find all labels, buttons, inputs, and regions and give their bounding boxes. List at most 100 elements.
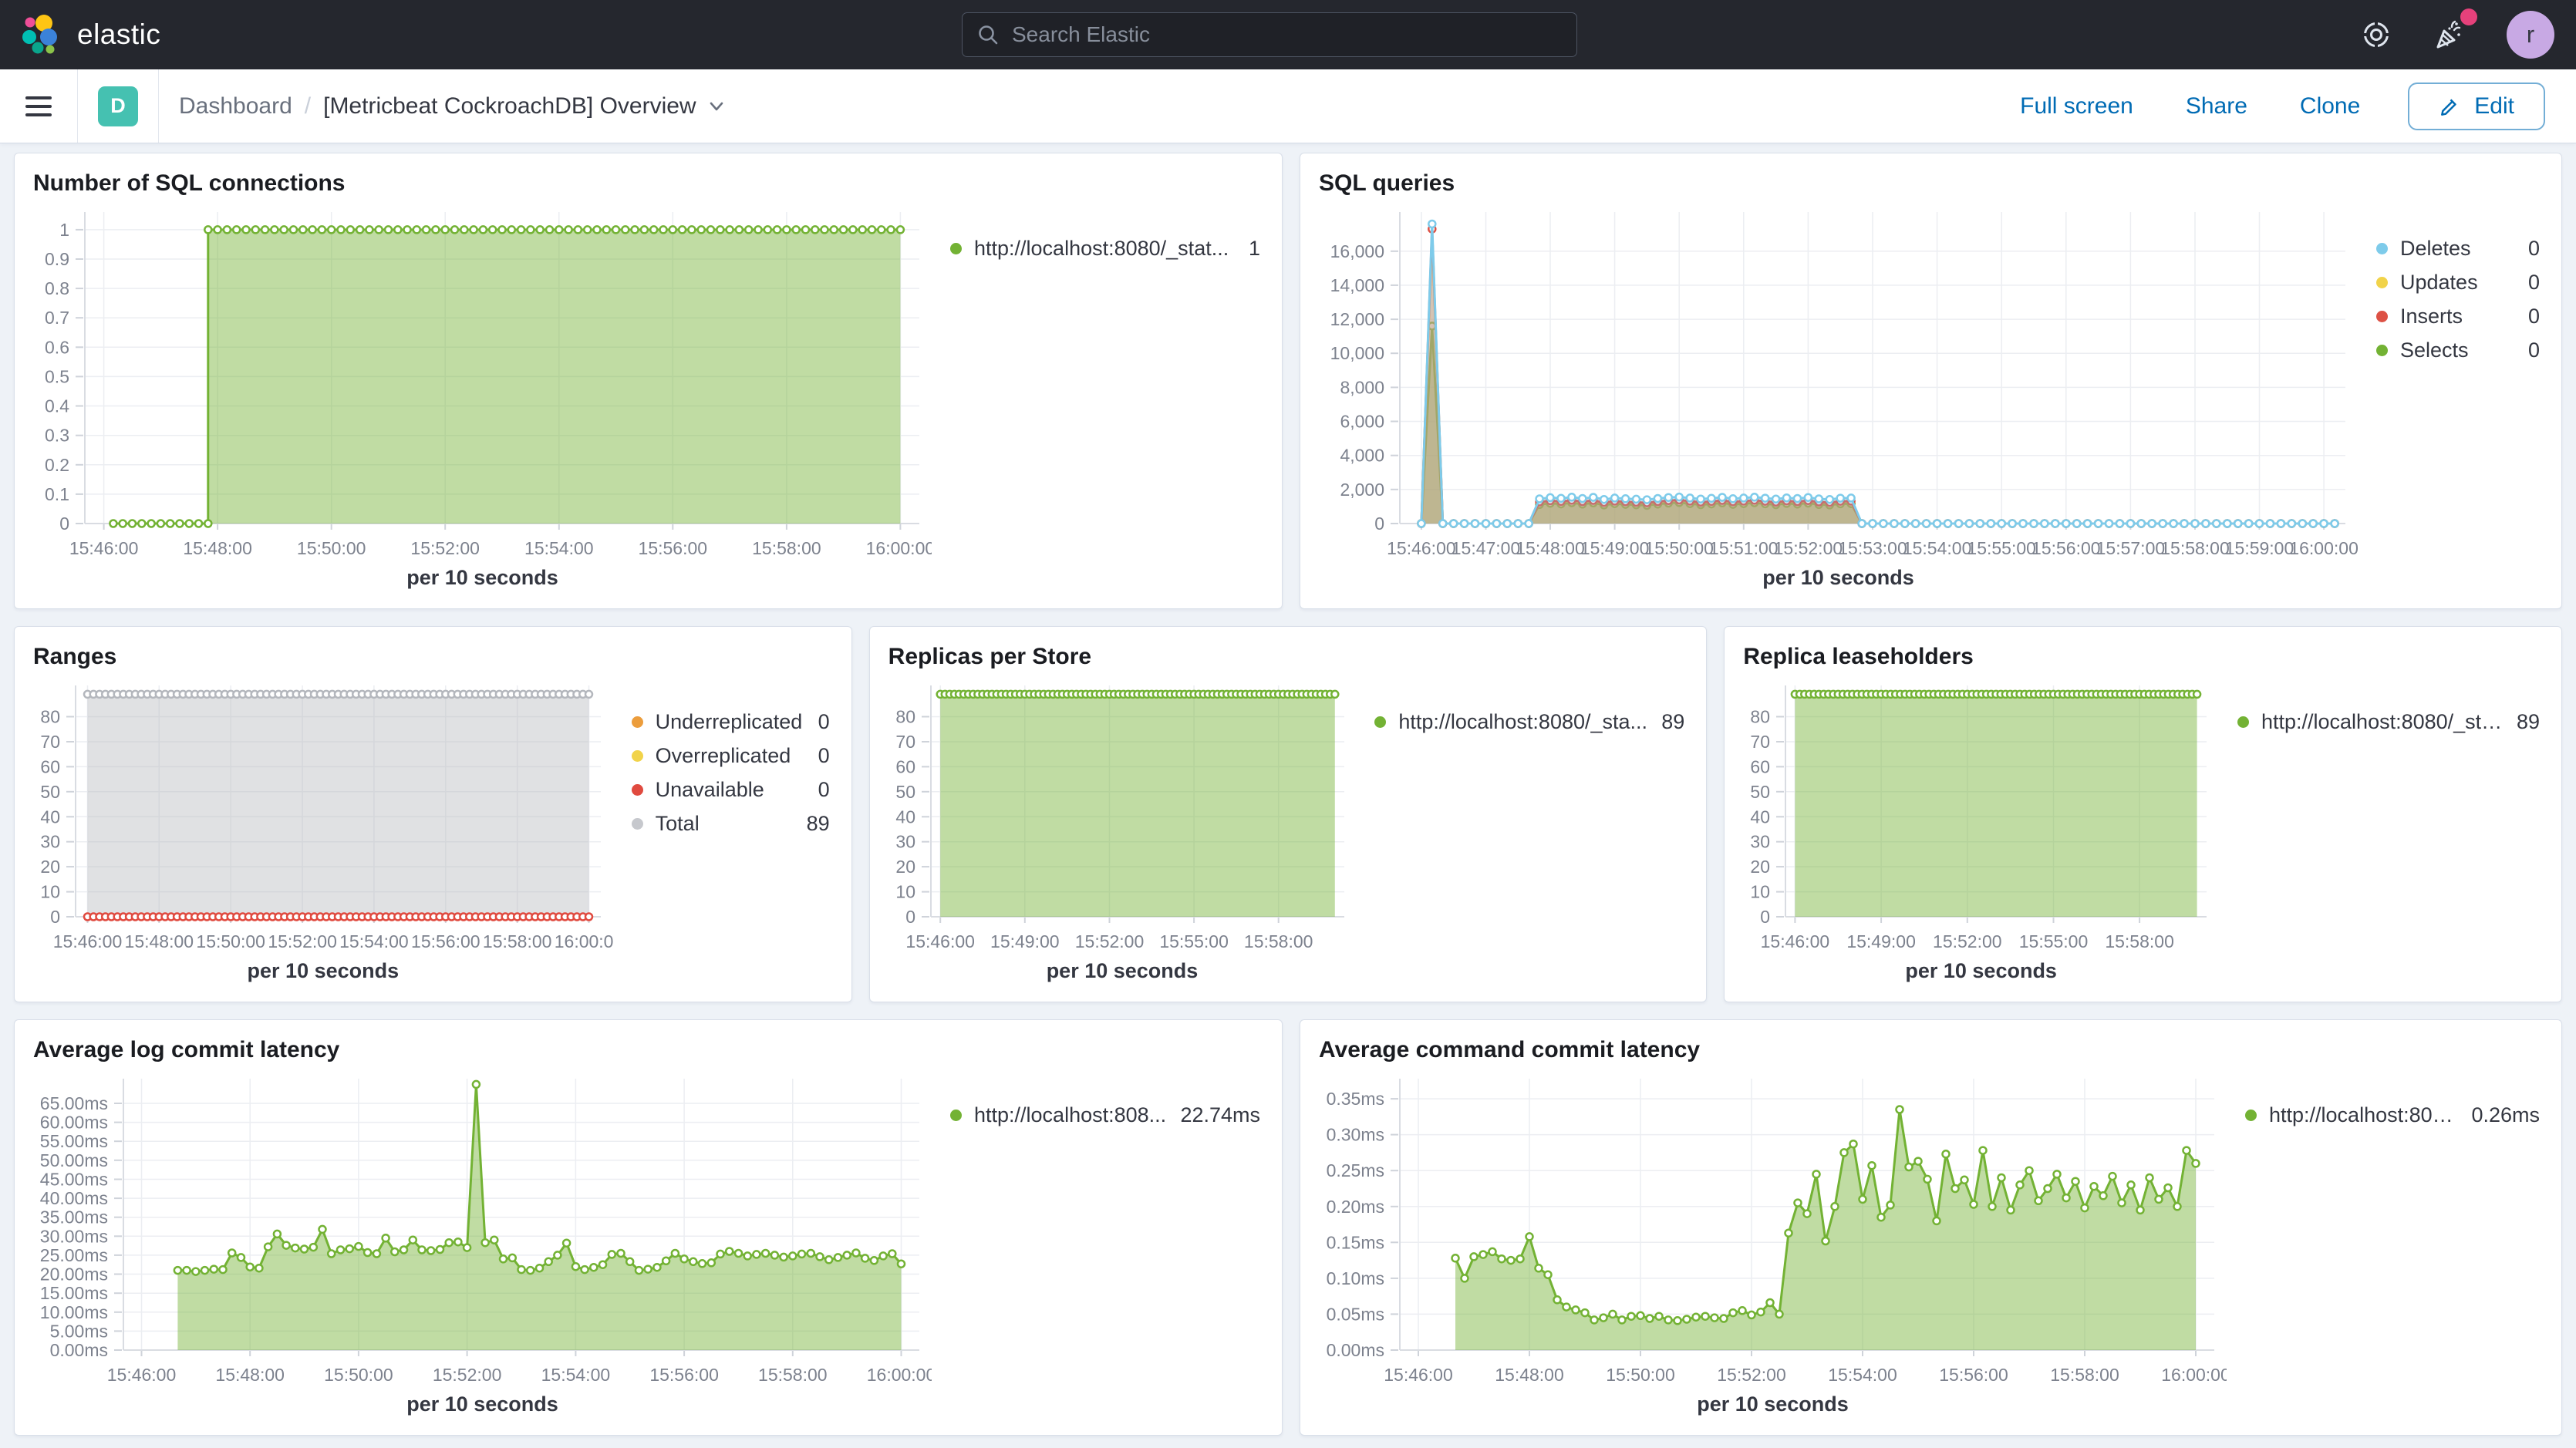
legend-item[interactable]: http://localhost:8080/_sta...89 xyxy=(2237,709,2540,735)
legend-swatch xyxy=(632,784,643,796)
svg-text:15:54:00: 15:54:00 xyxy=(339,931,409,951)
newsfeed-button[interactable] xyxy=(2433,18,2466,52)
legend-label: Overreplicated xyxy=(656,744,808,768)
user-avatar[interactable]: r xyxy=(2507,11,2554,59)
legend-label: Total xyxy=(656,812,796,836)
svg-text:0: 0 xyxy=(59,514,69,534)
dashboard-toolbar: D Dashboard / [Metricbeat CockroachDB] O… xyxy=(0,69,2576,143)
svg-text:70: 70 xyxy=(895,732,915,752)
legend-item[interactable]: http://localhost:8080/_stat...1 xyxy=(950,235,1260,261)
legend-item[interactable]: Underreplicated0 xyxy=(632,709,830,735)
chart-ranges[interactable]: 15:46:0015:48:0015:50:0015:52:0015:54:00… xyxy=(33,673,613,955)
legend-swatch xyxy=(632,750,643,762)
svg-text:15.00ms: 15.00ms xyxy=(40,1283,108,1303)
legend-item[interactable]: Overreplicated0 xyxy=(632,743,830,769)
x-axis-title: per 10 seconds xyxy=(888,955,1357,986)
legend-item[interactable]: Deletes0 xyxy=(2376,235,2540,261)
legend-swatch xyxy=(950,1110,962,1121)
chevron-down-icon xyxy=(707,97,726,116)
legend-swatch xyxy=(1374,716,1386,728)
legend-item[interactable]: http://localhost:8080/_sta...89 xyxy=(1374,709,1684,735)
svg-text:15:48:00: 15:48:00 xyxy=(125,931,194,951)
panel-replica-leaseholders: Replica leaseholders 15:46:0015:49:0015:… xyxy=(1724,626,2562,1002)
svg-text:15:46:00: 15:46:00 xyxy=(1384,1365,1453,1385)
svg-text:15:58:00: 15:58:00 xyxy=(752,538,821,558)
legend-swatch xyxy=(632,818,643,830)
legend-value: 89 xyxy=(2517,710,2540,734)
legend-item[interactable]: http://localhost:808...22.74ms xyxy=(950,1102,1260,1128)
chart-avg-log-commit-latency[interactable]: 15:46:0015:48:0015:50:0015:52:0015:54:00… xyxy=(33,1066,932,1389)
avatar-initial: r xyxy=(2527,21,2534,49)
legend-item[interactable]: Unavailable 0 xyxy=(632,776,830,803)
panel-replicas-per-store: Replicas per Store 15:46:0015:49:0015:52… xyxy=(869,626,1708,1002)
svg-text:0.2: 0.2 xyxy=(45,455,69,475)
legend-item[interactable]: Inserts0 xyxy=(2376,303,2540,329)
svg-text:16:00:00: 16:00:00 xyxy=(866,538,932,558)
svg-text:16:00:00: 16:00:00 xyxy=(555,931,613,951)
svg-text:15:48:00: 15:48:00 xyxy=(1516,538,1585,558)
full-screen-link[interactable]: Full screen xyxy=(2015,93,2138,120)
svg-text:15:58:00: 15:58:00 xyxy=(483,931,552,951)
panel-title: SQL queries xyxy=(1319,169,2543,198)
chart-sql-queries[interactable]: 15:46:0015:47:0015:48:0015:49:0015:50:00… xyxy=(1319,200,2358,562)
legend-item[interactable]: Selects 0 xyxy=(2376,337,2540,363)
panel-title: Average command commit latency xyxy=(1319,1035,2543,1065)
chart-legend: http://localhost:8080/_sta...89 xyxy=(2219,673,2543,986)
svg-text:16:00:00: 16:00:00 xyxy=(867,1365,932,1385)
chart-avg-command-commit-latency[interactable]: 15:46:0015:48:0015:50:0015:52:0015:54:00… xyxy=(1319,1066,2227,1389)
legend-label: Selects xyxy=(2400,338,2517,362)
legend-value: 0 xyxy=(2528,271,2540,295)
legend-swatch xyxy=(2237,716,2249,728)
menu-button[interactable] xyxy=(0,69,77,143)
chart-legend: http://localhost:8080/_stat...1 xyxy=(932,200,1263,593)
dashboard-title-menu[interactable]: [Metricbeat CockroachDB] Overview xyxy=(323,93,726,120)
chart-replicas-per-store[interactable]: 15:46:0015:49:0015:52:0015:55:0015:58:00… xyxy=(888,673,1357,955)
svg-text:15:50:00: 15:50:00 xyxy=(324,1365,393,1385)
svg-text:15:48:00: 15:48:00 xyxy=(1495,1365,1564,1385)
x-axis-title: per 10 seconds xyxy=(1743,955,2219,986)
chart-sql-connections[interactable]: 15:46:0015:48:0015:50:0015:52:0015:54:00… xyxy=(33,200,932,562)
svg-text:0.05ms: 0.05ms xyxy=(1327,1304,1384,1324)
panel-title: Ranges xyxy=(33,642,833,672)
svg-text:5.00ms: 5.00ms xyxy=(50,1321,108,1341)
svg-text:15:58:00: 15:58:00 xyxy=(2160,538,2230,558)
svg-text:0.35ms: 0.35ms xyxy=(1327,1089,1384,1109)
help-button[interactable] xyxy=(2360,19,2392,51)
legend-swatch xyxy=(2376,243,2388,254)
elastic-logo[interactable]: elastic xyxy=(20,13,160,56)
svg-text:1: 1 xyxy=(59,220,69,240)
svg-text:0.30ms: 0.30ms xyxy=(1327,1125,1384,1145)
edit-label: Edit xyxy=(2474,93,2514,120)
legend-label: Unavailable xyxy=(656,778,808,802)
svg-text:20.00ms: 20.00ms xyxy=(40,1264,108,1285)
svg-text:0: 0 xyxy=(1374,514,1384,534)
svg-text:15:47:00: 15:47:00 xyxy=(1452,538,1521,558)
svg-text:15:46:00: 15:46:00 xyxy=(53,931,123,951)
legend-item[interactable]: Total89 xyxy=(632,810,830,837)
breadcrumb-dashboard[interactable]: Dashboard xyxy=(179,93,292,120)
legend-item[interactable]: Updates0 xyxy=(2376,269,2540,295)
svg-text:15:48:00: 15:48:00 xyxy=(215,1365,285,1385)
svg-text:50: 50 xyxy=(895,782,915,802)
panel-title: Average log commit latency xyxy=(33,1035,1263,1065)
search-input[interactable] xyxy=(1010,22,1563,48)
toolbar-actions: Full screen Share Clone Edit xyxy=(2015,83,2545,130)
svg-text:15:57:00: 15:57:00 xyxy=(2096,538,2166,558)
legend-value: 0 xyxy=(2528,338,2540,362)
clone-link[interactable]: Clone xyxy=(2295,93,2365,120)
legend-value: 89 xyxy=(1661,710,1684,734)
svg-text:0.6: 0.6 xyxy=(45,337,69,357)
legend-value: 0 xyxy=(818,778,830,802)
share-link[interactable]: Share xyxy=(2181,93,2252,120)
svg-text:0.00ms: 0.00ms xyxy=(50,1340,108,1360)
edit-button[interactable]: Edit xyxy=(2408,83,2545,130)
chart-replica-leaseholders[interactable]: 15:46:0015:49:0015:52:0015:55:0015:58:00… xyxy=(1743,673,2219,955)
header-actions: r xyxy=(2360,0,2554,69)
svg-text:15:52:00: 15:52:00 xyxy=(410,538,480,558)
svg-text:60: 60 xyxy=(895,756,915,776)
legend-item[interactable]: http://localhost:8080...0.26ms xyxy=(2245,1102,2540,1128)
space-avatar[interactable]: D xyxy=(98,86,138,126)
svg-text:0.1: 0.1 xyxy=(45,484,69,504)
svg-text:15:52:00: 15:52:00 xyxy=(1074,931,1144,951)
svg-text:15:55:00: 15:55:00 xyxy=(2019,931,2089,951)
